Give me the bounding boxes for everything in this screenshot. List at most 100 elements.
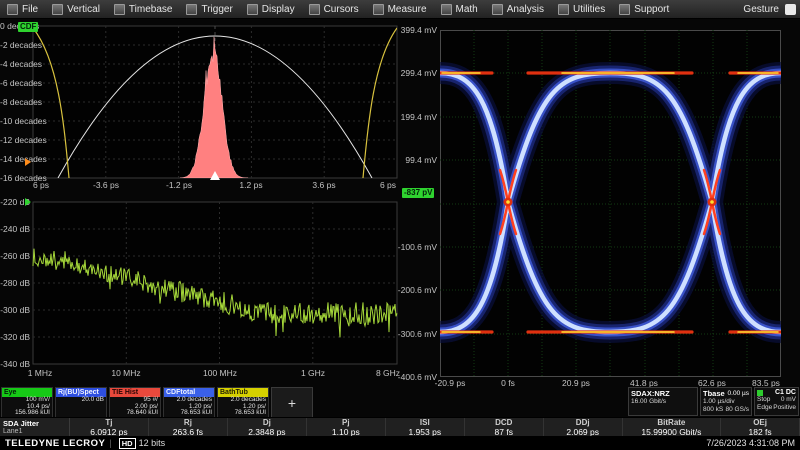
spec-x-label: 100 MHz xyxy=(203,368,237,378)
menu-utilities[interactable]: Utilities xyxy=(551,0,612,18)
measurement-bitrate: BitRate15.99900 Gbit/s xyxy=(623,418,721,437)
menu-timebase-label: Timebase xyxy=(129,4,173,15)
support-icon xyxy=(619,4,630,15)
descriptor-tie-hist[interactable]: TIE Hist 95 #/ 2.00 ps/ 78.640 kUI xyxy=(109,387,161,418)
menu-support-label: Support xyxy=(634,4,669,15)
menu-timebase[interactable]: Timebase xyxy=(107,0,180,18)
analysis-icon xyxy=(492,4,503,15)
oscilloscope-screen: File Vertical Timebase Trigger Display C… xyxy=(0,0,800,450)
spectrum-marker-icon xyxy=(25,198,31,206)
eye-x-label: -20.9 ps xyxy=(435,378,466,388)
menu-vertical[interactable]: Vertical xyxy=(45,0,107,18)
datetime-label: 7/26/2023 4:31:08 PM xyxy=(706,438,800,448)
measurement-isi: ISI1.953 ps xyxy=(386,418,465,437)
vertical-icon xyxy=(52,4,63,15)
eye-y-label: 399.4 mV xyxy=(387,25,437,35)
sdax-box[interactable]: SDAX:NRZ 16.00 Gbit/s xyxy=(628,387,698,416)
tie-marker-icon xyxy=(25,158,31,166)
spectrum-plot[interactable] xyxy=(0,196,427,382)
descriptor-eye[interactable]: Eye 100 mV/ 10.4 ps/ 156.986 kUI xyxy=(1,387,53,418)
menu-support[interactable]: Support xyxy=(612,0,676,18)
eye-y-label: 299.4 mV xyxy=(387,68,437,78)
jitter-table: SDA Jitter Lane1 Tj6.0912 ps Rj263.6 fs … xyxy=(0,417,800,437)
cursors-icon xyxy=(309,4,320,15)
trigger-level: 0 mV xyxy=(781,396,796,404)
timebase-scale: 1.00 µs/div xyxy=(703,398,735,406)
menu-display[interactable]: Display xyxy=(240,0,302,18)
menu-file-label: File xyxy=(22,4,38,15)
math-icon xyxy=(441,4,452,15)
file-icon xyxy=(7,4,18,15)
trigger-type: Edge xyxy=(757,404,772,412)
menu-math-label: Math xyxy=(456,4,478,15)
menu-analysis[interactable]: Analysis xyxy=(485,0,551,18)
trigger-source-icon xyxy=(757,390,763,396)
gesture-icon[interactable] xyxy=(785,4,796,15)
descriptor-cdf[interactable]: CDFtotal 2.0 decades 1.20 ps/ 78.653 kUI xyxy=(163,387,215,418)
eye-diagram-plot[interactable] xyxy=(440,30,781,377)
spec-y-label: -340 dB xyxy=(0,359,30,369)
hist-y-label: -10 decades xyxy=(0,116,30,126)
descriptor-bathtub[interactable]: BathTub 2.0 decades 1.20 ps/ 78.653 kUI xyxy=(217,387,269,418)
menu-cursors[interactable]: Cursors xyxy=(302,0,366,18)
measurement-pj: Pj1.10 ps xyxy=(307,418,386,437)
histogram-plot[interactable] xyxy=(0,18,427,196)
add-trace-button[interactable]: + xyxy=(271,387,313,418)
spec-y-label: -280 dB xyxy=(0,278,30,288)
descriptor-eye-line3: 156.986 kUI xyxy=(2,410,52,417)
cdf-trace-badge: CDF xyxy=(18,22,38,32)
menu-measure[interactable]: Measure xyxy=(366,0,434,18)
menu-math[interactable]: Math xyxy=(434,0,485,18)
descriptor-rj-line1: 20.0 dB xyxy=(56,397,106,404)
measure-icon xyxy=(373,4,384,15)
menu-trigger-label: Trigger xyxy=(201,4,232,15)
hist-x-label: 6 ps xyxy=(380,180,396,190)
timebase-box[interactable]: Tbase0.00 µs 1.00 µs/div 800 kS80 GS/s xyxy=(700,387,752,416)
spec-x-label: 1 MHz xyxy=(28,368,53,378)
hist-x-label: -3.6 ps xyxy=(93,180,119,190)
menu-trigger[interactable]: Trigger xyxy=(179,0,239,18)
sdax-title: SDAX:NRZ xyxy=(631,389,670,398)
trigger-mode: Stop xyxy=(757,396,770,404)
hist-y-label: -8 decades xyxy=(0,97,30,107)
eye-x-label: 20.9 ps xyxy=(562,378,590,388)
hd-badge: HD xyxy=(119,438,136,449)
menu-vertical-label: Vertical xyxy=(67,4,100,15)
hist-y-label: -6 decades xyxy=(0,78,30,88)
menu-analysis-label: Analysis xyxy=(507,4,544,15)
timebase-rate: 80 GS/s xyxy=(726,406,749,414)
spec-y-label: -320 dB xyxy=(0,332,30,342)
descriptor-tie-line3: 78.640 kUI xyxy=(110,410,160,417)
measurement-oej: OEj182 fs xyxy=(721,418,800,437)
eye-y-label: 199.4 mV xyxy=(387,112,437,122)
trigger-source: C1 DC xyxy=(775,389,796,396)
jitter-table-label: SDA Jitter Lane1 xyxy=(0,418,70,437)
timebase-title: Tbase xyxy=(703,389,725,398)
eye-y-label: -200.6 mV xyxy=(387,285,437,295)
menu-cursors-label: Cursors xyxy=(324,4,359,15)
timebase-samples: 800 kS xyxy=(703,406,723,414)
descriptor-row: Eye 100 mV/ 10.4 ps/ 156.986 kUI Rj(BU)S… xyxy=(1,387,313,418)
jitter-table-title: SDA Jitter xyxy=(3,419,69,428)
trigger-box[interactable]: C1 DC Stop0 mV EdgePositive xyxy=(754,387,799,416)
menu-file[interactable]: File xyxy=(0,0,45,18)
timebase-icon xyxy=(114,4,125,15)
sdax-bitrate: 16.00 Gbit/s xyxy=(631,398,666,406)
menu-utilities-label: Utilities xyxy=(573,4,605,15)
measurement-ddj: DDj2.069 ps xyxy=(544,418,623,437)
display-icon xyxy=(247,4,258,15)
hist-x-label: 3.6 ps xyxy=(312,180,335,190)
measurement-dcd: DCD87 fs xyxy=(465,418,544,437)
descriptor-cdf-line3: 78.653 kUI xyxy=(164,410,214,417)
bit-depth-label: 12 bits xyxy=(139,438,166,448)
utilities-icon xyxy=(558,4,569,15)
measurement-rj: Rj263.6 fs xyxy=(149,418,228,437)
trigger-icon xyxy=(186,4,197,15)
spec-x-label: 10 MHz xyxy=(111,368,140,378)
eye-y-label: 99.4 mV xyxy=(387,155,437,165)
descriptor-rj-spect[interactable]: Rj(BU)Spect 20.0 dB xyxy=(55,387,107,418)
jitter-table-lane: Lane1 xyxy=(3,428,69,436)
brand-logo: TELEDYNE LECROY xyxy=(0,438,105,449)
gesture-label[interactable]: Gesture xyxy=(743,4,779,15)
measurement-dj: Dj2.3848 ps xyxy=(228,418,307,437)
